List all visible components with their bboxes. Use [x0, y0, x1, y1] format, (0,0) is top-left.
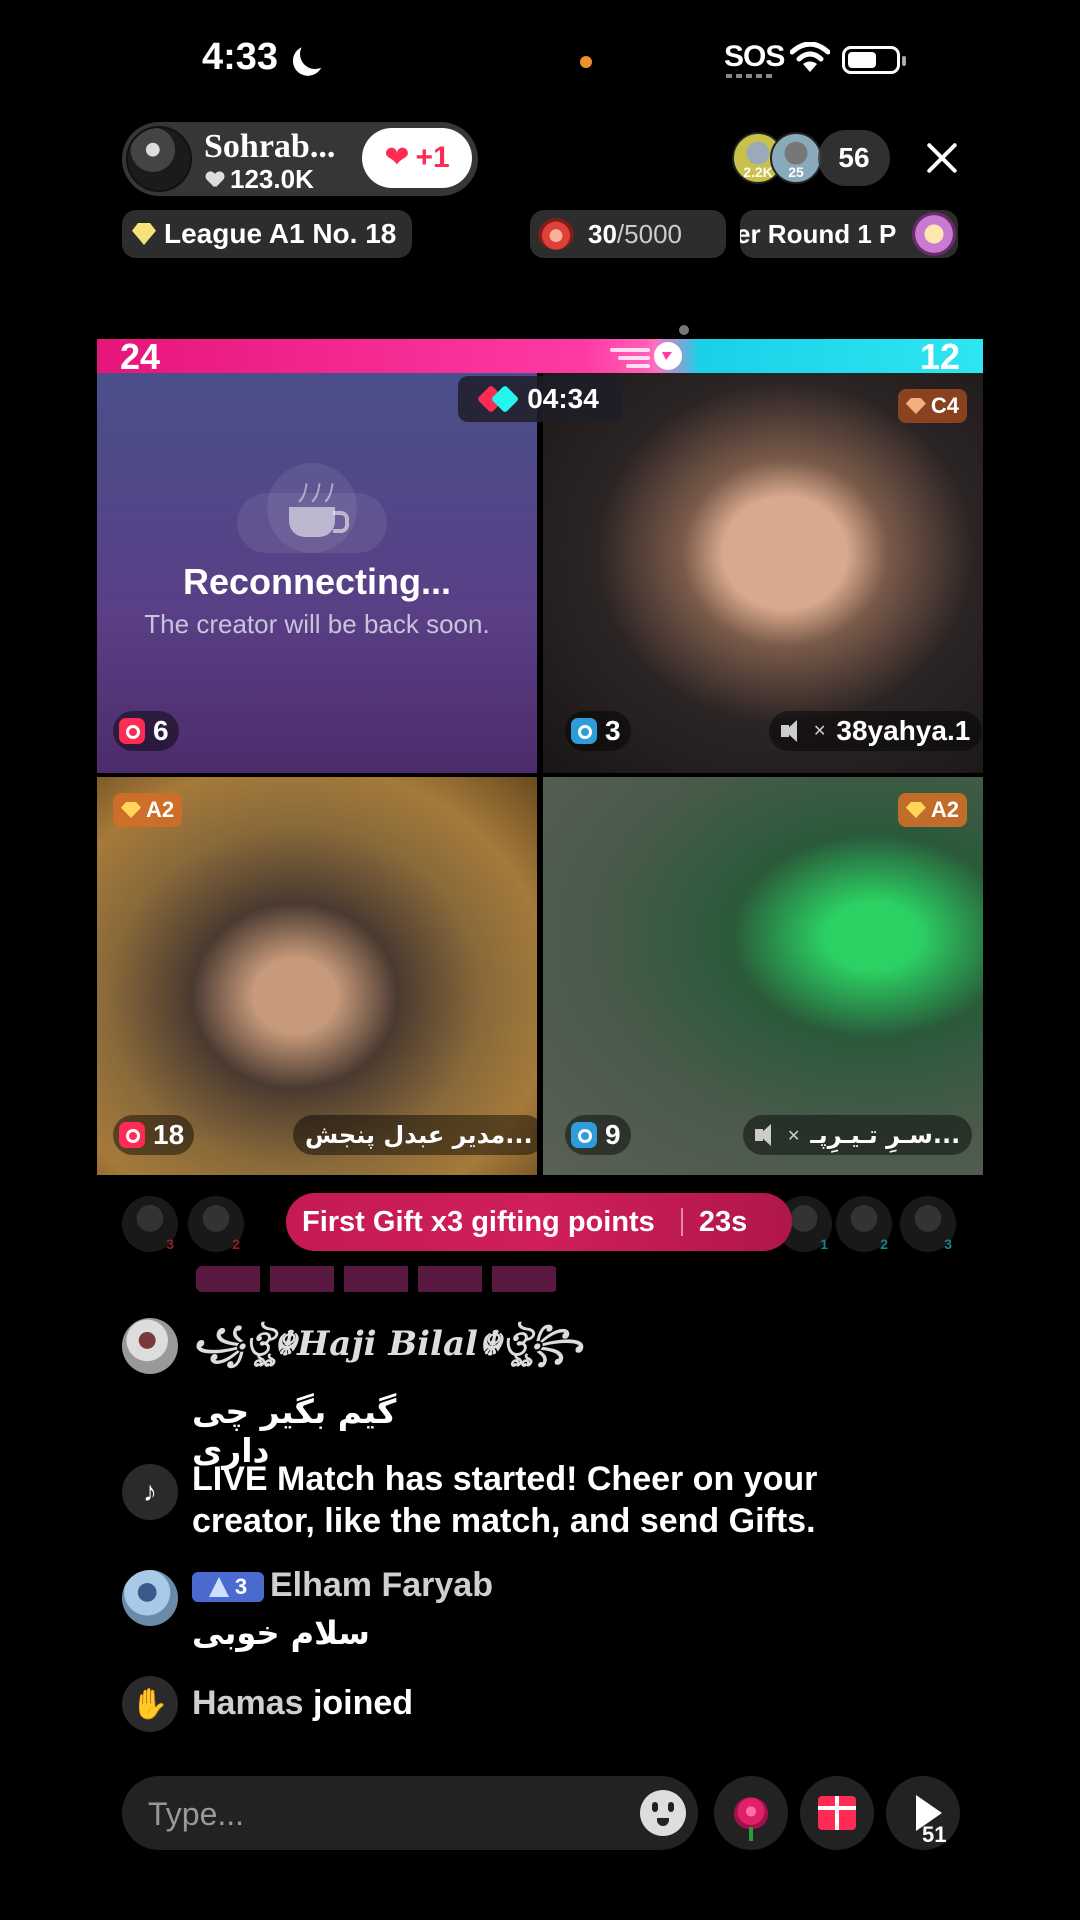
round-banner[interactable]: er Round 1 P: [740, 210, 958, 258]
comment-text: سلام خوبی: [192, 1614, 370, 1652]
wifi-icon: [790, 42, 830, 72]
heart-icon: [206, 172, 224, 188]
diamond-icon: [905, 802, 926, 818]
tile-gift-count: 3: [565, 711, 631, 751]
tile-gift-count: 9: [565, 1115, 631, 1155]
match-icon: [481, 387, 517, 411]
signal-dots: [726, 74, 776, 78]
comment-placeholder: Type...: [148, 1796, 245, 1832]
joiner-name[interactable]: Hamas: [192, 1684, 304, 1722]
comment-input[interactable]: Type...: [122, 1776, 698, 1850]
emoji-icon[interactable]: [640, 1790, 686, 1836]
gift-promo-banner[interactable]: First Gift x3 gifting points 23s: [286, 1193, 792, 1251]
tile-username: ✕ سـرِ تـیـرِپـ...: [743, 1115, 973, 1155]
rank-badge: C4: [897, 389, 967, 423]
league-label: League A1 No. 18: [164, 218, 397, 249]
page-dot: [679, 325, 689, 335]
system-message: LIVE Match has started! Cheer on your cr…: [192, 1460, 818, 1540]
host-likes: 123.0K: [206, 164, 314, 195]
guest-tile-reconnecting[interactable]: ﾉﾉﾉ Reconnecting... The creator will be …: [97, 373, 537, 773]
clock-text: 4:33: [202, 36, 279, 78]
promo-text: First Gift x3 gifting points: [302, 1205, 655, 1238]
gifter-avatar[interactable]: 2: [188, 1196, 244, 1252]
guest-tile[interactable]: A2 18 مدیر عبدل پنجش...: [97, 777, 537, 1175]
tile-gift-count: 6: [113, 711, 179, 751]
rank-badge: A2: [113, 793, 183, 827]
top-viewer-avatar[interactable]: 25: [770, 132, 822, 184]
gifter-avatar[interactable]: 3: [122, 1196, 178, 1252]
diamond-icon: [121, 802, 141, 818]
score-right: 12: [919, 336, 960, 377]
gift-goal[interactable]: 30/5000: [530, 210, 726, 258]
tiktok-logo-icon: ♪: [122, 1464, 178, 1520]
follow-button[interactable]: ❤ +1: [362, 128, 472, 188]
commenter-avatar[interactable]: [122, 1570, 178, 1626]
goal-progress: 30/5000: [588, 218, 682, 249]
status-time: 4:33: [202, 36, 316, 79]
diamond-icon: [132, 223, 156, 245]
goal-icon: [538, 218, 574, 250]
gift-effect-strip: [196, 1266, 558, 1292]
level-icon: [208, 1577, 229, 1597]
muted-icon: [755, 1124, 783, 1146]
rose-gift-button[interactable]: [714, 1776, 788, 1850]
gifter-avatar[interactable]: 2: [836, 1196, 892, 1252]
likes-count: 123.0K: [230, 164, 314, 194]
gifter-avatar[interactable]: 3: [900, 1196, 956, 1252]
viewer-badge: 2.2K: [743, 164, 773, 180]
share-count: 51: [922, 1822, 947, 1847]
guest-tile[interactable]: C4 3 ✕ 38yahya.1: [543, 373, 983, 773]
gift-box-icon: [818, 1796, 856, 1830]
viewer-count[interactable]: 56: [818, 130, 890, 186]
promo-countdown: 23s: [698, 1205, 748, 1238]
level-badge: 3: [192, 1572, 264, 1602]
score-left: 24: [120, 336, 161, 377]
diamond-icon: [905, 398, 926, 414]
reconnect-subtitle: The creator will be back soon.: [144, 609, 490, 639]
comment-username[interactable]: ꧁ঔৣ☬Haji Bilal☬ঔৣ꧂: [192, 1318, 583, 1387]
battle-timer: 04:34: [458, 376, 622, 422]
follow-label: +1: [415, 141, 450, 174]
wave-hand-icon: ✋: [122, 1676, 178, 1732]
round-avatar-icon: [912, 212, 956, 256]
moon-icon: [296, 34, 334, 72]
battle-score-bar: [97, 339, 983, 373]
sos-label: SOS: [724, 40, 785, 73]
tile-gift-count: 18: [113, 1115, 195, 1155]
muted-icon: [781, 720, 809, 742]
score-flame-icon: [610, 342, 682, 370]
coffee-cloud-icon: ﾉﾉﾉ: [227, 453, 397, 553]
gift-button[interactable]: [800, 1776, 874, 1850]
comment-username[interactable]: Elham Faryab: [270, 1566, 493, 1605]
gift-icon: [571, 1122, 597, 1148]
tile-username: مدیر عبدل پنجش...: [293, 1115, 537, 1155]
privacy-indicator-dot: [580, 56, 592, 68]
commenter-avatar[interactable]: [122, 1318, 178, 1374]
host-name: Sohrab...: [204, 128, 336, 165]
gift-icon: [119, 718, 145, 744]
join-message: Hamas joined: [192, 1684, 414, 1722]
round-label: er Round 1 P: [740, 218, 897, 249]
tile-username: ✕ 38yahya.1: [769, 711, 983, 751]
league-badge[interactable]: League A1 No. 18: [122, 210, 412, 258]
rose-icon: [734, 1797, 768, 1841]
gift-icon: [119, 1122, 145, 1148]
gift-icon: [571, 718, 597, 744]
close-icon[interactable]: [924, 140, 960, 176]
heart-icon: ❤: [384, 141, 410, 174]
reconnect-title: Reconnecting...: [182, 561, 452, 602]
viewer-badge: 25: [788, 164, 804, 180]
battery-icon: [842, 46, 906, 74]
host-avatar[interactable]: [126, 126, 192, 192]
rank-badge: A2: [897, 793, 967, 827]
guest-tile[interactable]: A2 9 ✕ سـرِ تـیـرِپـ...: [543, 777, 983, 1175]
